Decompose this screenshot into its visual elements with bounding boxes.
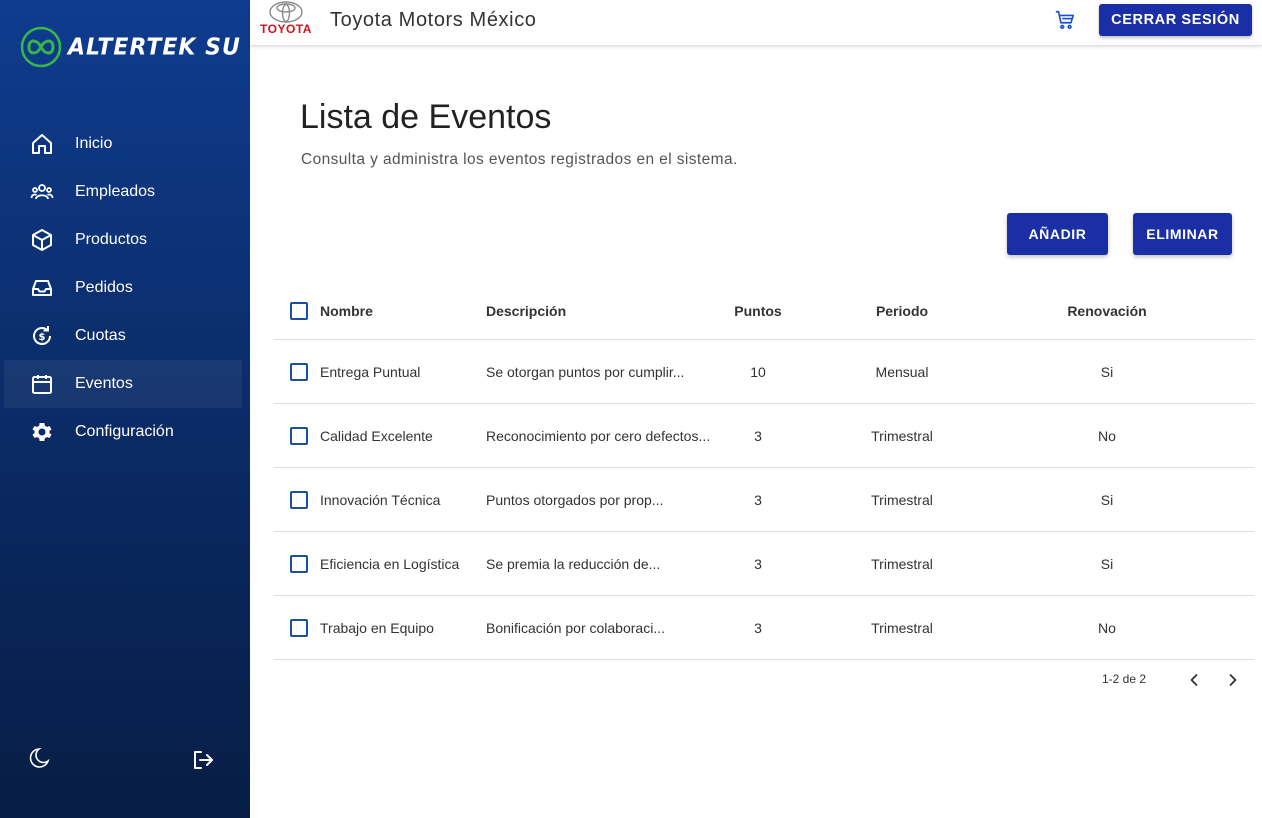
chevron-left-icon[interactable] bbox=[1184, 670, 1204, 690]
cell-renewal-value: Si bbox=[1100, 363, 1114, 380]
moon-icon[interactable] bbox=[28, 745, 54, 771]
pagination-label: 1-2 de 2 bbox=[1102, 672, 1147, 686]
sidebar-nav: Inicio Empleados Productos Pedidos $ Cuo… bbox=[4, 120, 242, 456]
cell-points-value: 3 bbox=[754, 427, 762, 444]
sidebar-item-label: Eventos bbox=[75, 375, 133, 392]
cell-points-value: 3 bbox=[754, 555, 762, 572]
gear-icon bbox=[30, 420, 54, 444]
row-checkbox[interactable] bbox=[290, 490, 308, 509]
header-period-label: Periodo bbox=[875, 303, 929, 319]
cell-period-value: Mensual bbox=[875, 363, 929, 380]
page-title: Lista de Eventos bbox=[300, 98, 552, 136]
sidebar-item-label: Empleados bbox=[75, 183, 156, 200]
cell-period-value: Trimestral bbox=[871, 619, 933, 636]
header-name[interactable]: Nombre bbox=[320, 303, 373, 319]
chevron-right-icon[interactable] bbox=[1223, 670, 1243, 690]
calendar-icon bbox=[30, 372, 54, 396]
sidebar-item-label: Inicio bbox=[75, 135, 113, 152]
sidebar-item-label: Pedidos bbox=[75, 279, 133, 296]
svg-text:$: $ bbox=[39, 332, 46, 343]
brand-name: ALTERTEK SU bbox=[68, 33, 241, 61]
sidebar-item-configuracion[interactable]: Configuración bbox=[4, 408, 242, 456]
cell-renewal-value: No bbox=[1098, 619, 1116, 636]
cell-name: Eficiencia en Logística bbox=[320, 555, 460, 572]
sidebar-item-cuotas[interactable]: $ Cuotas bbox=[4, 312, 242, 360]
logout-button[interactable]: CERRAR SESIÓN bbox=[1099, 4, 1252, 36]
header-renewal-label: Renovación bbox=[1067, 303, 1147, 319]
sidebar-item-pedidos[interactable]: Pedidos bbox=[4, 264, 242, 312]
company-name: Toyota Motors México bbox=[330, 9, 537, 31]
sidebar-item-label: Configuración bbox=[75, 423, 174, 440]
row-checkbox[interactable] bbox=[290, 618, 308, 637]
logout-icon[interactable] bbox=[190, 747, 216, 773]
header-points-label: Puntos bbox=[734, 303, 782, 319]
inbox-icon bbox=[30, 276, 54, 300]
sidebar: ALTERTEK SU Inicio Empleados Productos P… bbox=[0, 0, 250, 818]
cell-renewal-value: No bbox=[1098, 427, 1116, 444]
cell-renewal-value: Si bbox=[1100, 555, 1114, 572]
cell-description: Se otorgan puntos por cumplir... bbox=[486, 363, 685, 380]
table-row[interactable]: Trabajo en Equipo Bonificación por colab… bbox=[274, 596, 1254, 660]
cell-points-value: 3 bbox=[754, 619, 762, 636]
cell-period-value: Trimestral bbox=[871, 427, 933, 444]
cart-icon[interactable] bbox=[1054, 9, 1076, 31]
cell-points-value: 3 bbox=[754, 491, 762, 508]
cell-description: Reconocimiento por cero defectos... bbox=[486, 427, 711, 444]
toyota-emblem-icon bbox=[269, 1, 303, 23]
sidebar-item-productos[interactable]: Productos bbox=[4, 216, 242, 264]
row-checkbox[interactable] bbox=[290, 362, 308, 381]
page-subtitle: Consulta y administra los eventos regist… bbox=[301, 151, 738, 168]
sidebar-item-label: Productos bbox=[75, 231, 148, 248]
cell-description: Puntos otorgados por prop... bbox=[486, 491, 664, 508]
cell-name: Trabajo en Equipo bbox=[320, 619, 434, 636]
sidebar-item-label: Cuotas bbox=[75, 327, 126, 344]
cell-renewal-value: Si bbox=[1100, 491, 1114, 508]
users-icon bbox=[30, 180, 54, 204]
brand-logo-icon bbox=[20, 26, 62, 68]
topbar: TOYOTA Toyota Motors México CERRAR SESIÓ… bbox=[250, 0, 1262, 46]
sidebar-item-empleados[interactable]: Empleados bbox=[4, 168, 242, 216]
money-cycle-icon: $ bbox=[30, 324, 54, 348]
table-header: Nombre Descripción Puntos Periodo Renova… bbox=[274, 283, 1254, 340]
table-row[interactable]: Entrega Puntual Se otorgan puntos por cu… bbox=[274, 340, 1254, 404]
row-checkbox[interactable] bbox=[290, 426, 308, 445]
cell-period-value: Trimestral bbox=[871, 491, 933, 508]
sidebar-item-eventos[interactable]: Eventos bbox=[4, 360, 242, 408]
cell-description: Se premia la reducción de... bbox=[486, 555, 661, 572]
home-icon bbox=[30, 132, 54, 156]
cell-name: Calidad Excelente bbox=[320, 427, 433, 444]
table-row[interactable]: Innovación Técnica Puntos otorgados por … bbox=[274, 468, 1254, 532]
cell-description: Bonificación por colaboraci... bbox=[486, 619, 665, 636]
delete-button[interactable]: ELIMINAR bbox=[1133, 213, 1232, 255]
header-description[interactable]: Descripción bbox=[486, 303, 566, 319]
cell-name: Innovación Técnica bbox=[320, 491, 441, 508]
box-icon bbox=[30, 228, 54, 252]
cell-name: Entrega Puntual bbox=[320, 363, 421, 380]
table-row[interactable]: Calidad Excelente Reconocimiento por cer… bbox=[274, 404, 1254, 468]
toyota-logo: TOYOTA bbox=[258, 0, 314, 40]
brand: ALTERTEK SU bbox=[20, 26, 241, 68]
sidebar-item-inicio[interactable]: Inicio bbox=[4, 120, 242, 168]
table-row[interactable]: Eficiencia en Logística Se premia la red… bbox=[274, 532, 1254, 596]
select-all-checkbox[interactable] bbox=[290, 302, 308, 320]
events-table: Nombre Descripción Puntos Periodo Renova… bbox=[274, 283, 1254, 660]
cell-period-value: Trimestral bbox=[871, 555, 933, 572]
add-button[interactable]: AÑADIR bbox=[1007, 213, 1108, 255]
toyota-logo-text: TOYOTA bbox=[260, 22, 312, 36]
row-checkbox[interactable] bbox=[290, 554, 308, 573]
cell-points-value: 10 bbox=[750, 363, 766, 380]
